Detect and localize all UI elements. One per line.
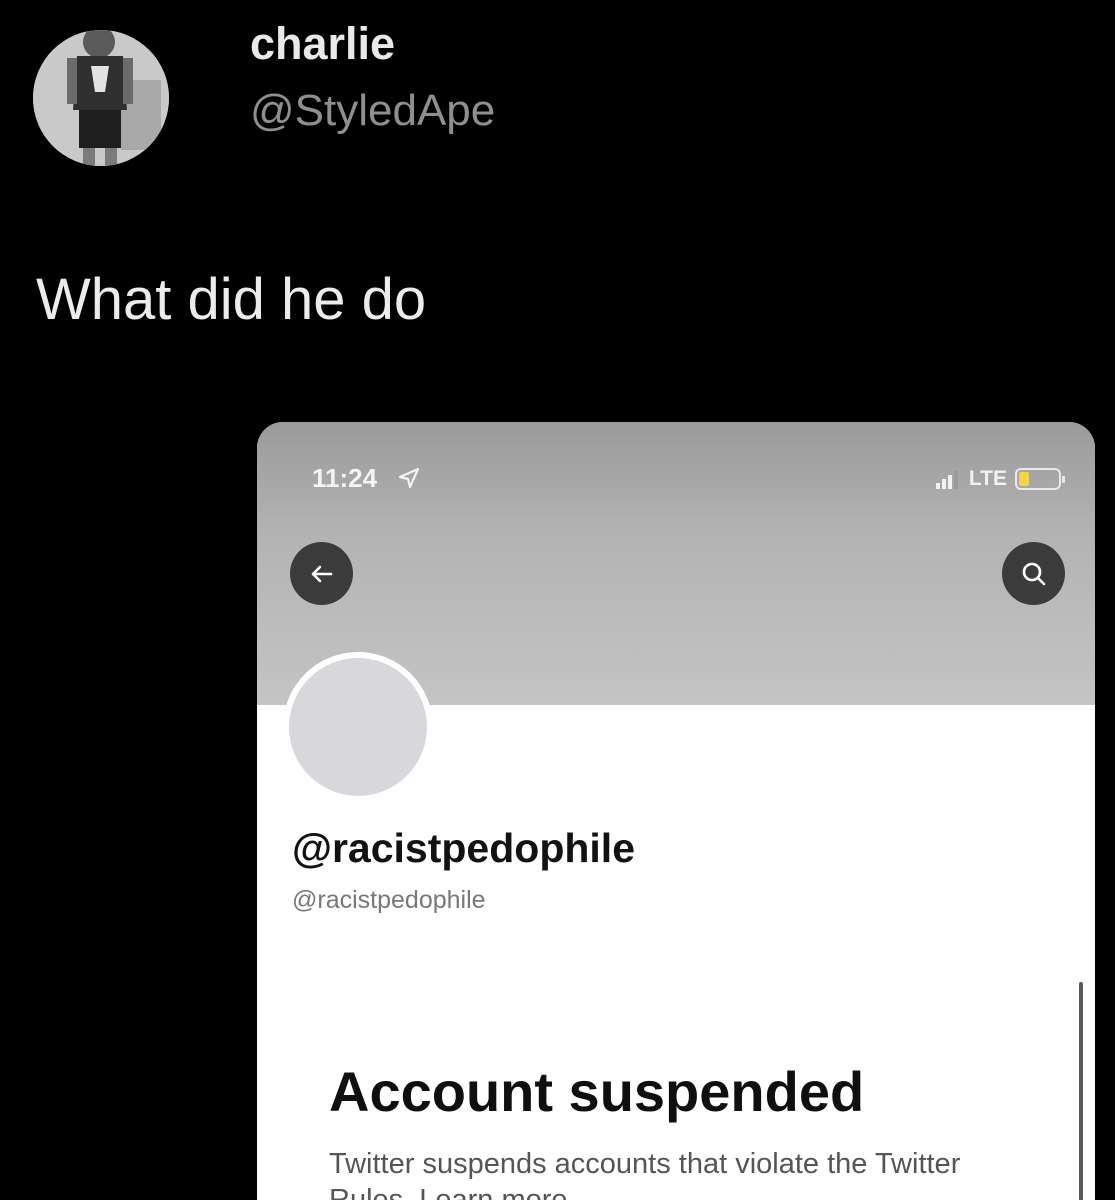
profile-handle: @racistpedophile <box>292 886 486 914</box>
tweet-text: What did he do <box>36 267 427 332</box>
battery-nub <box>1062 476 1065 483</box>
author-name[interactable]: charlie <box>250 16 395 72</box>
author-avatar[interactable] <box>33 30 169 166</box>
signal-bars-icon <box>935 471 958 489</box>
status-indicators: LTE <box>935 464 1065 494</box>
battery-icon <box>1015 468 1065 490</box>
location-arrow-icon <box>398 467 420 489</box>
scrollbar[interactable] <box>1079 982 1083 1200</box>
search-icon <box>1022 562 1045 585</box>
network-label: LTE <box>968 467 1007 490</box>
profile-avatar[interactable] <box>283 652 433 802</box>
author-photo <box>33 30 169 166</box>
page: charlie @StyledApe What did he do 11:24 … <box>0 0 1115 1200</box>
status-time: 11:24 <box>312 463 378 493</box>
search-button[interactable] <box>1002 542 1065 605</box>
suspended-title: Account suspended <box>329 1060 865 1123</box>
profile-display-name: @racistpedophile <box>292 825 635 871</box>
author-handle[interactable]: @StyledApe <box>250 83 495 139</box>
battery-fill <box>1019 472 1029 486</box>
suspended-body: Twitter suspends accounts that violate t… <box>329 1148 961 1200</box>
attached-screenshot[interactable]: 11:24 LTE @racistpedophile @racistpedoph… <box>257 422 1095 1200</box>
back-button[interactable] <box>290 542 353 605</box>
back-arrow-icon <box>311 565 332 582</box>
